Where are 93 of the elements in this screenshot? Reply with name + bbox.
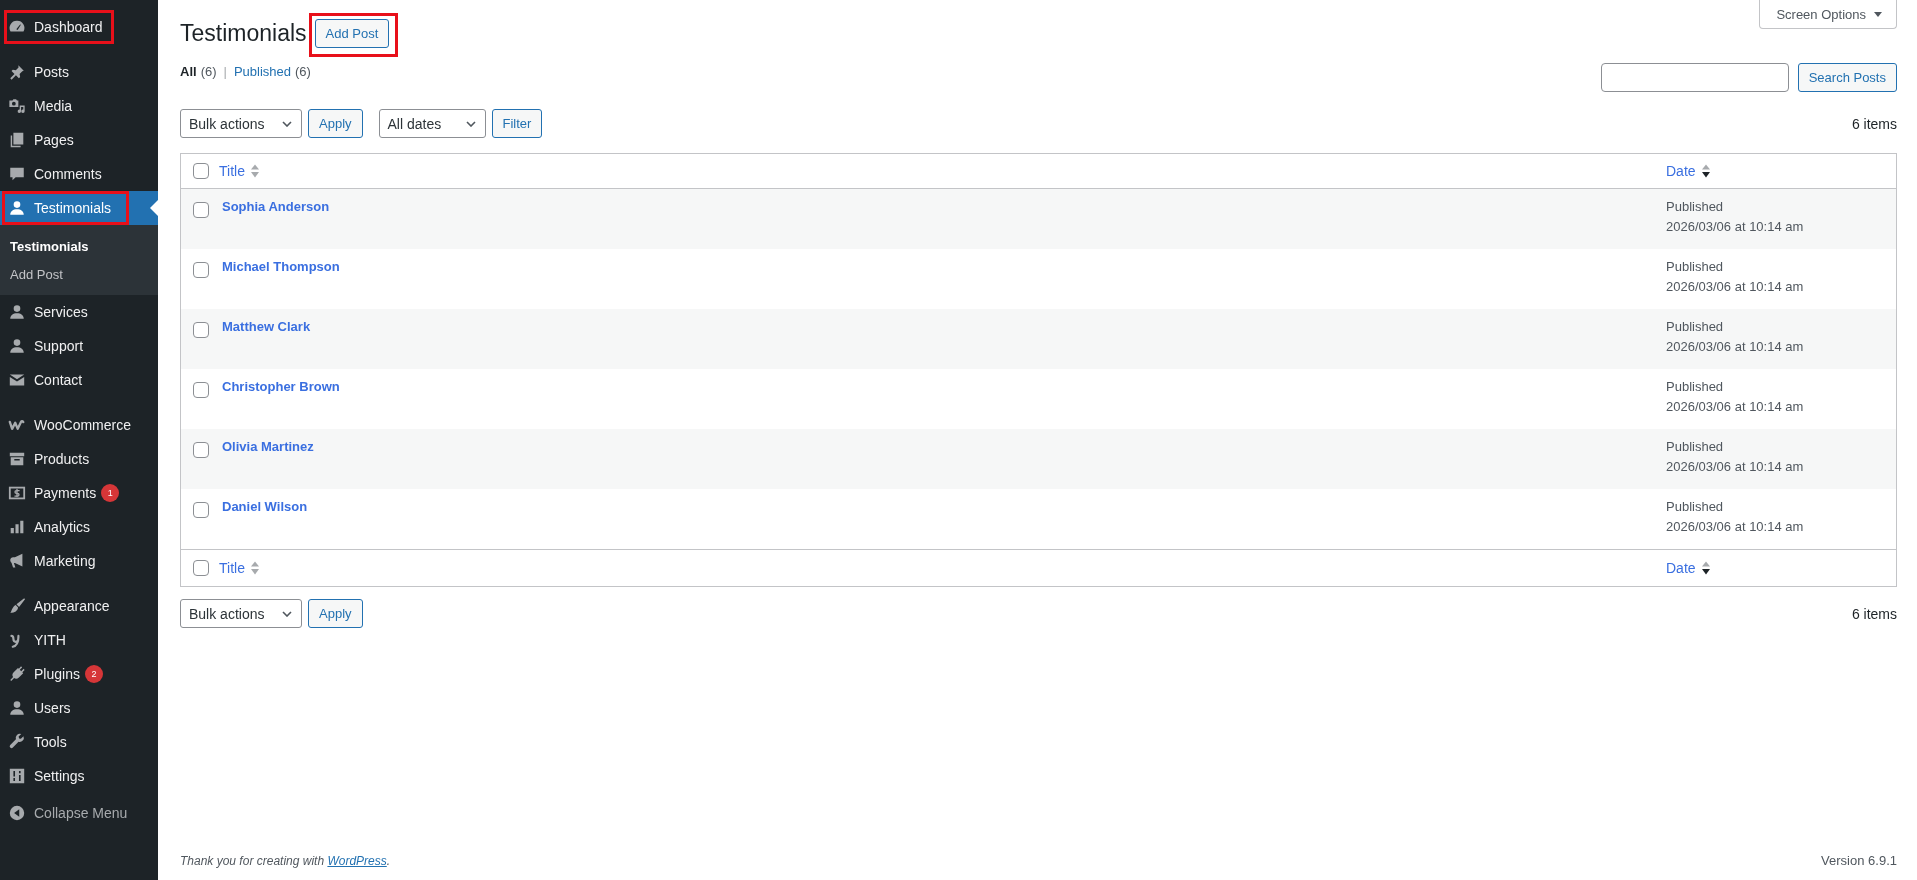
sidebar-menu-item[interactable]: Posts (0, 55, 158, 89)
plug-icon (8, 665, 26, 683)
sidebar-menu-item[interactable]: Settings (0, 759, 158, 793)
post-status: Published (1666, 498, 1724, 516)
sidebar-menu-item[interactable]: Support (0, 329, 158, 363)
bar-chart-icon (8, 518, 26, 536)
post-status: Published (1666, 378, 1724, 396)
person-icon (8, 199, 26, 217)
row-checkbox[interactable] (193, 322, 209, 338)
view-filter-link[interactable]: Published (6) (233, 62, 311, 82)
current-pointer-icon (150, 200, 158, 216)
footer-credit: Thank you for creating with WordPress. (180, 853, 391, 870)
sidebar-menu-item[interactable]: Testimonials (0, 191, 158, 225)
post-date: 2026/03/06 at 10:14 am (1666, 398, 1804, 416)
search-posts-button[interactable]: Search Posts (1797, 63, 1897, 92)
chevron-icon (282, 610, 292, 617)
post-status: Published (1666, 438, 1724, 456)
row-checkbox[interactable] (193, 202, 209, 218)
post-title-link[interactable]: Olivia Martinez (222, 439, 314, 454)
sidebar-menu-item[interactable]: Marketing (0, 544, 158, 578)
submenu-item[interactable]: Add Post (0, 260, 158, 288)
filter-button[interactable]: Filter (491, 109, 543, 138)
row-checkbox[interactable] (193, 442, 209, 458)
sidebar-menu-item[interactable]: Products (0, 442, 158, 476)
wrench-icon (8, 733, 26, 751)
sidebar-menu-item[interactable]: Contact (0, 363, 158, 397)
collapse-menu-button[interactable]: Collapse Menu (0, 796, 158, 830)
chevron-icon (465, 120, 476, 127)
post-date: 2026/03/06 at 10:14 am (1666, 518, 1804, 536)
post-status: Published (1666, 318, 1724, 336)
sidebar-menu-item[interactable]: Comments (0, 157, 158, 191)
item-count: 6 items (1851, 115, 1897, 132)
apply-button[interactable]: Apply (308, 599, 363, 628)
view-filter-link[interactable]: All (6) (180, 62, 217, 82)
chevron-icon (282, 120, 292, 127)
post-date: 2026/03/06 at 10:14 am (1666, 278, 1804, 296)
post-title-link[interactable]: Sophia Anderson (222, 199, 330, 214)
row-checkbox[interactable] (193, 502, 209, 518)
post-status: Published (1666, 198, 1724, 216)
apply-button[interactable]: Apply (308, 109, 363, 138)
sidebar-menu-item[interactable]: Appearance (0, 589, 158, 623)
post-title-link[interactable]: Daniel Wilson (222, 499, 308, 514)
sidebar-menu-item[interactable]: Analytics (0, 510, 158, 544)
person-icon (8, 337, 26, 355)
sliders-icon (8, 767, 26, 785)
sidebar-menu-item[interactable]: Payments 1 (0, 476, 158, 510)
post-title-link[interactable]: Michael Thompson (222, 259, 340, 274)
dollar-card-icon (8, 484, 26, 502)
pushpin-icon (8, 63, 26, 81)
post-title-link[interactable]: Christopher Brown (222, 379, 340, 394)
version-text: Version 6.9.1 (1821, 852, 1897, 870)
person-icon (8, 699, 26, 717)
notification-badge: 1 (101, 484, 120, 502)
item-count: 6 items (1851, 605, 1897, 622)
sidebar-menu-item[interactable]: Users (0, 691, 158, 725)
page-title: Testimonials (180, 19, 307, 48)
bulk-actions-dropdown[interactable]: Bulk actions (180, 109, 302, 138)
sidebar-menu-item[interactable]: Dashboard (0, 10, 158, 44)
bulk-actions-dropdown[interactable]: Bulk actions (180, 599, 302, 628)
date-filter-dropdown[interactable]: All dates (378, 109, 486, 138)
archive-box-icon (8, 450, 26, 468)
sidebar-menu-item[interactable]: Tools (0, 725, 158, 759)
view-separator: | (223, 63, 227, 81)
select-all-checkbox[interactable] (193, 163, 209, 179)
select-all-checkbox[interactable] (193, 560, 209, 576)
screen-options-tab[interactable]: Screen Options (1759, 0, 1897, 29)
notification-badge: 2 (84, 665, 103, 683)
row-checkbox[interactable] (193, 262, 209, 278)
documents-icon (8, 131, 26, 149)
post-date: 2026/03/06 at 10:14 am (1666, 338, 1804, 356)
sidebar-menu-item[interactable]: Pages (0, 123, 158, 157)
camera-music-icon (8, 97, 26, 115)
post-date: 2026/03/06 at 10:14 am (1666, 218, 1804, 236)
paintbrush-icon (8, 597, 26, 615)
sidebar-menu-item[interactable]: YITH (0, 623, 158, 657)
row-checkbox[interactable] (193, 382, 209, 398)
wordpress-link[interactable]: WordPress (327, 854, 387, 868)
column-header-link[interactable]: Title (219, 163, 259, 179)
column-header-link[interactable]: Date (1666, 560, 1710, 576)
submenu-item[interactable]: Testimonials (0, 232, 158, 260)
caret-icon (1874, 11, 1882, 17)
column-header-link[interactable]: Date (1666, 163, 1710, 179)
sidebar-menu-item[interactable]: Plugins 2 (0, 657, 158, 691)
sidebar-menu-item[interactable]: Media (0, 89, 158, 123)
person-icon (8, 303, 26, 321)
sidebar-menu-item[interactable]: WooCommerce (0, 408, 158, 442)
post-title-link[interactable]: Matthew Clark (222, 319, 311, 334)
search-field[interactable] (1600, 63, 1789, 92)
add-post-button[interactable]: Add Post (314, 19, 390, 48)
sidebar-menu-item[interactable]: Services (0, 295, 158, 329)
column-header-link[interactable]: Title (219, 560, 259, 576)
post-status: Published (1666, 258, 1724, 276)
post-date: 2026/03/06 at 10:14 am (1666, 458, 1804, 476)
